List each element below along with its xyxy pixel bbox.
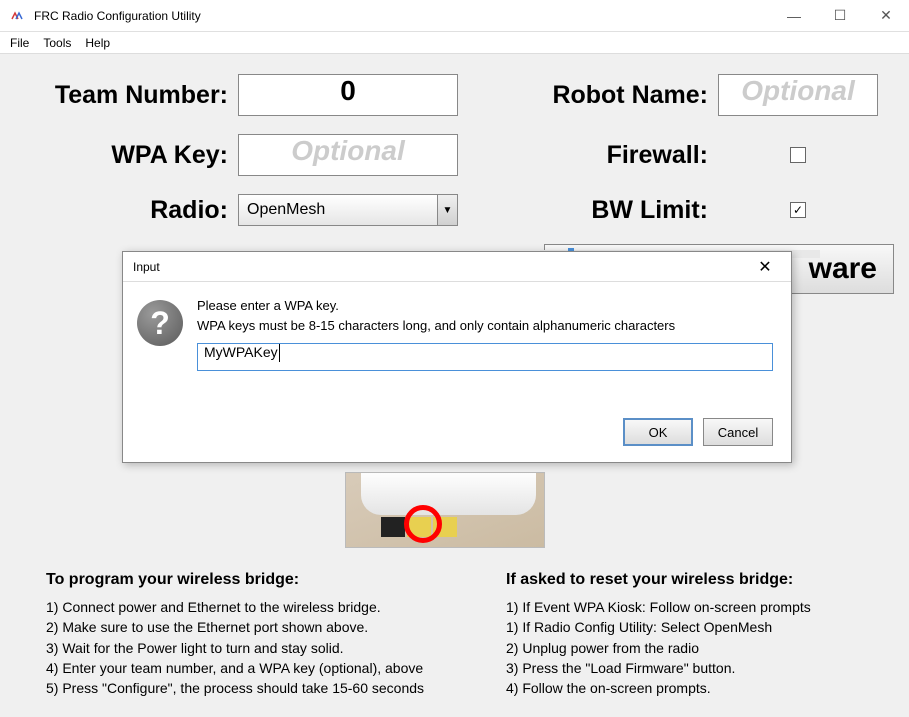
question-icon: ? xyxy=(137,300,183,346)
minimize-button[interactable]: — xyxy=(771,0,817,32)
instructions-left-5: 5) Press "Configure", the process should… xyxy=(46,678,456,698)
team-number-input[interactable]: 0 xyxy=(238,74,458,116)
router-image xyxy=(345,472,545,548)
bw-limit-label: BW Limit: xyxy=(518,196,718,225)
bw-limit-checkbox[interactable]: ✓ xyxy=(790,202,806,218)
instructions-right-5: 4) Follow the on-screen prompts. xyxy=(506,678,909,698)
instructions-left-2: 2) Make sure to use the Ethernet port sh… xyxy=(46,617,456,637)
instructions-left-1: 1) Connect power and Ethernet to the wir… xyxy=(46,597,456,617)
cancel-button[interactable]: Cancel xyxy=(703,418,773,446)
team-number-label: Team Number: xyxy=(8,81,238,110)
instructions-left-title: To program your wireless bridge: xyxy=(46,568,456,591)
wpa-key-dialog-value: MyWPAKey xyxy=(204,344,278,360)
menu-tools[interactable]: Tools xyxy=(43,36,71,50)
instructions-right: If asked to reset your wireless bridge: … xyxy=(506,568,909,699)
maximize-button[interactable]: ☐ xyxy=(817,0,863,32)
app-icon xyxy=(10,8,26,24)
radio-dropdown-value: OpenMesh xyxy=(247,201,325,219)
menu-file[interactable]: File xyxy=(10,36,29,50)
robot-name-label: Robot Name: xyxy=(518,81,718,110)
instructions-right-title: If asked to reset your wireless bridge: xyxy=(506,568,909,591)
window-title: FRC Radio Configuration Utility xyxy=(34,9,771,23)
chevron-down-icon: ▼ xyxy=(437,195,457,225)
dialog-titlebar: Input ✕ xyxy=(123,252,791,282)
instructions-left-4: 4) Enter your team number, and a WPA key… xyxy=(46,658,456,678)
menu-help[interactable]: Help xyxy=(85,36,110,50)
dialog-message-2: WPA keys must be 8-15 characters long, a… xyxy=(197,316,773,336)
robot-name-input[interactable]: Optional xyxy=(718,74,878,116)
menubar: File Tools Help xyxy=(0,32,909,54)
dialog-title: Input xyxy=(133,260,747,274)
instructions-right-2: 1) If Radio Config Utility: Select OpenM… xyxy=(506,617,909,637)
wpa-key-label: WPA Key: xyxy=(8,141,238,170)
dialog-message-1: Please enter a WPA key. xyxy=(197,296,773,316)
firewall-checkbox[interactable] xyxy=(790,147,806,163)
instructions-left: To program your wireless bridge: 1) Conn… xyxy=(46,568,456,699)
instructions-left-3: 3) Wait for the Power light to turn and … xyxy=(46,638,456,658)
wpa-key-input[interactable]: Optional xyxy=(238,134,458,176)
radio-label: Radio: xyxy=(8,196,238,225)
radio-dropdown[interactable]: OpenMesh ▼ xyxy=(238,194,458,226)
window-titlebar: FRC Radio Configuration Utility — ☐ ✕ xyxy=(0,0,909,32)
instructions-right-3: 2) Unplug power from the radio xyxy=(506,638,909,658)
instructions-right-1: 1) If Event WPA Kiosk: Follow on-screen … xyxy=(506,597,909,617)
highlight-circle-icon xyxy=(404,505,442,543)
dialog-close-button[interactable]: ✕ xyxy=(747,254,783,280)
wpa-key-dialog-input[interactable]: MyWPAKey xyxy=(197,343,773,371)
close-button[interactable]: ✕ xyxy=(863,0,909,32)
ok-button[interactable]: OK xyxy=(623,418,693,446)
input-dialog: Input ✕ ? Please enter a WPA key. WPA ke… xyxy=(122,251,792,463)
instructions-right-4: 3) Press the "Load Firmware" button. xyxy=(506,658,909,678)
firewall-label: Firewall: xyxy=(518,141,718,170)
